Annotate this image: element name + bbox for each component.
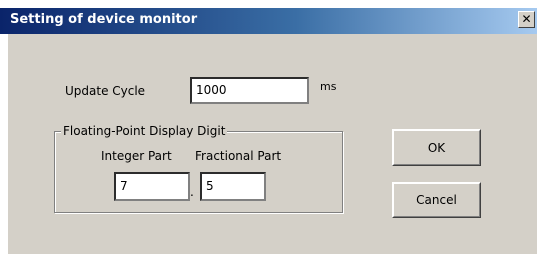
- fractional-part-input[interactable]: 5: [200, 172, 266, 201]
- title-bar[interactable]: Setting of device monitor ✕: [0, 8, 537, 34]
- decimal-separator: .: [190, 185, 194, 199]
- fractional-part-label: Fractional Part: [195, 149, 282, 163]
- integer-part-label: Integer Part: [101, 149, 172, 163]
- float-digit-group: Floating-Point Display Digit Integer Par…: [54, 124, 343, 213]
- update-cycle-unit: ms: [320, 80, 337, 93]
- ok-button-label: OK: [427, 140, 446, 155]
- cancel-button-label: Cancel: [416, 193, 457, 207]
- device-monitor-dialog: Setting of device monitor ✕ Update Cycle…: [0, 0, 537, 254]
- integer-part-input[interactable]: 7: [114, 172, 190, 201]
- ok-button[interactable]: OK: [392, 129, 481, 166]
- update-cycle-input[interactable]: 1000: [190, 77, 309, 104]
- close-icon[interactable]: ✕: [518, 11, 535, 28]
- window-title: Setting of device monitor: [10, 12, 198, 27]
- dialog-body: Update Cycle 1000 ms Floating-Point Disp…: [8, 34, 537, 254]
- update-cycle-label: Update Cycle: [65, 84, 146, 98]
- float-digit-group-label: Floating-Point Display Digit: [61, 124, 228, 138]
- cancel-button[interactable]: Cancel: [392, 182, 481, 218]
